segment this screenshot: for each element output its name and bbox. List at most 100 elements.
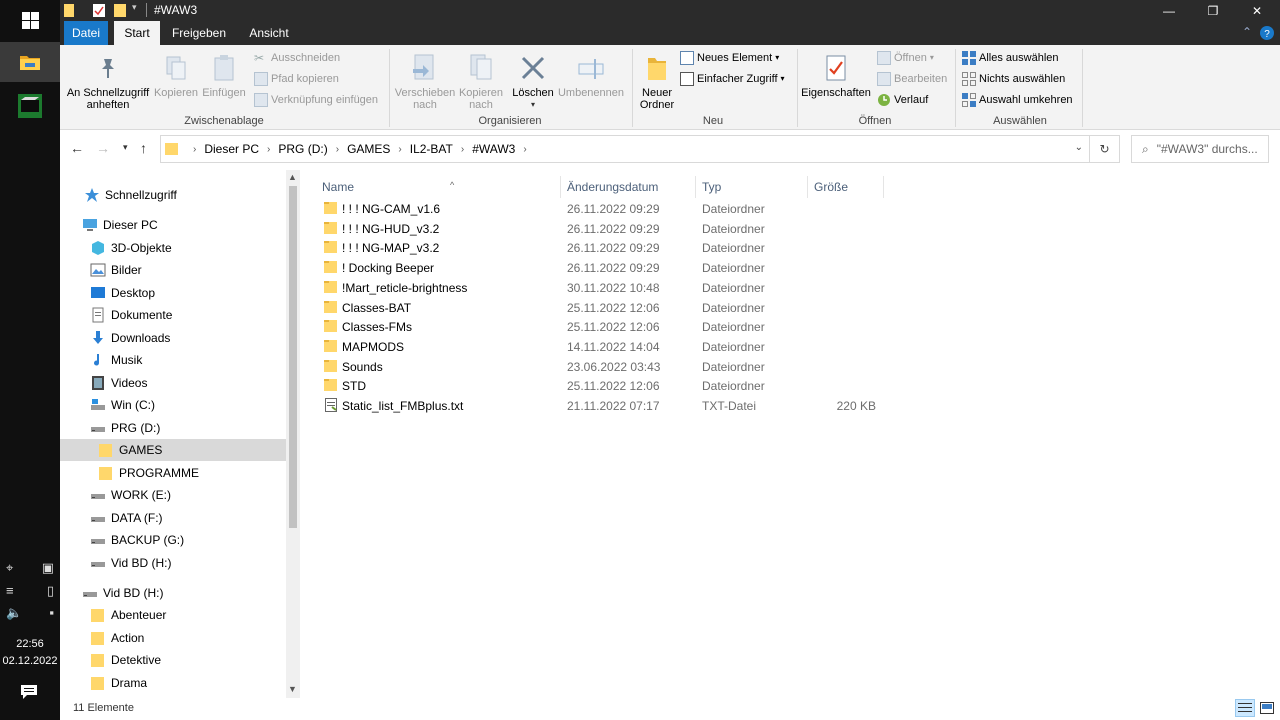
nav-item-detektive[interactable]: Detektive [60, 649, 286, 671]
tray-app-icon[interactable]: ▣ [42, 560, 54, 576]
paste-shortcut-button[interactable]: Verknüpfung einfügen [254, 91, 378, 109]
new-item-button[interactable]: Neues Element ▾ [680, 49, 779, 67]
nav-item-drama[interactable]: Drama [60, 672, 286, 694]
new-folder-icon[interactable] [114, 4, 126, 17]
file-row[interactable]: ! ! ! NG-CAM_v1.6 26.11.2022 09:29 Dateior… [320, 199, 890, 219]
back-arrow-icon[interactable]: ← [70, 140, 84, 156]
column-header-type[interactable]: Typ [696, 176, 808, 198]
breadcrumb-il2-bat[interactable]: IL2-BAT [410, 142, 453, 156]
recent-locations-icon[interactable]: ▾ [123, 142, 128, 153]
invert-selection-button[interactable]: Auswahl umkehren [962, 91, 1073, 109]
address-bar[interactable]: › Dieser PC › PRG (D:) › GAMES › IL2-BAT… [160, 135, 1090, 163]
nav-item-desktop[interactable]: Desktop [60, 282, 286, 304]
breadcrumb-chevron-icon[interactable]: › [336, 144, 339, 155]
nav-item-programme[interactable]: PROGRAMME [60, 462, 286, 484]
details-view-button[interactable] [1235, 699, 1255, 717]
up-arrow-icon[interactable]: ↑ [140, 140, 147, 156]
nav-item-prg-d[interactable]: PRG (D:) [60, 417, 286, 439]
breadcrumb-chevron-icon[interactable]: › [193, 144, 196, 155]
paste-button[interactable]: Einfügen [200, 49, 248, 99]
copy-to-button[interactable]: Kopieren nach [456, 49, 506, 111]
edit-button[interactable]: Bearbeiten [877, 70, 947, 88]
help-icon[interactable]: ? [1260, 26, 1274, 40]
address-dropdown-icon[interactable]: ⌄ [1075, 142, 1083, 153]
file-row[interactable]: Static_list_FMBplus.txt 21.11.2022 07:17 T… [320, 396, 890, 416]
usb-icon[interactable]: ▯ [47, 583, 54, 599]
breadcrumb-chevron-icon[interactable]: › [461, 144, 464, 155]
forward-arrow-icon[interactable]: → [96, 140, 110, 156]
copy-path-button[interactable]: Pfad kopieren [254, 70, 339, 88]
file-row[interactable]: Sounds 23.06.2022 03:43 Dateiordner [320, 357, 890, 377]
nav-item-bilder[interactable]: Bilder [60, 259, 286, 281]
large-icons-view-button[interactable] [1257, 699, 1277, 717]
scroll-thumb[interactable] [289, 186, 297, 528]
easy-access-button[interactable]: Einfacher Zugriff ▾ [680, 70, 785, 88]
nav-item-musik[interactable]: Musik [60, 349, 286, 371]
refresh-button[interactable]: ↻ [1090, 135, 1120, 163]
properties-button[interactable]: Eigenschaften [800, 49, 872, 99]
nav-item-backup-g[interactable]: BACKUP (G:) [60, 529, 286, 551]
file-row[interactable]: MAPMODS 14.11.2022 14:04 Dateiordner [320, 337, 890, 357]
file-row[interactable]: !Mart_reticle-brightness 30.11.2022 10:48… [320, 278, 890, 298]
nav-item-vid-bd-h[interactable]: Vid BD (H:) [60, 552, 286, 574]
breadcrumb-chevron-icon[interactable]: › [398, 144, 401, 155]
file-row[interactable]: Classes-FMs 25.11.2022 12:06 Dateiordner [320, 317, 890, 337]
breadcrumb-dieser-pc[interactable]: Dieser PC [204, 142, 259, 156]
select-none-button[interactable]: Nichts auswählen [962, 70, 1065, 88]
taskbar-app-button[interactable] [0, 86, 60, 126]
collapse-ribbon-icon[interactable]: ⌃ [1242, 25, 1252, 39]
nav-item-dieser-pc[interactable]: Dieser PC [60, 214, 286, 236]
tab-datei[interactable]: Datei [64, 21, 108, 45]
close-button[interactable]: ✕ [1234, 0, 1280, 21]
new-folder-button[interactable]: Neuer Ordner [636, 49, 678, 111]
maximize-button[interactable]: ❐ [1190, 0, 1236, 21]
breadcrumb-chevron-icon[interactable]: › [523, 144, 526, 155]
scroll-down-icon[interactable]: ▼ [288, 684, 297, 694]
file-row[interactable]: STD 25.11.2022 12:06 Dateiordner [320, 376, 890, 396]
tray-app2-icon[interactable]: ▪ [49, 605, 54, 621]
nav-item-vid-bd-h-root[interactable]: Vid BD (H:) [60, 582, 286, 604]
copy-button[interactable]: Kopieren [152, 49, 200, 99]
delete-button[interactable]: Löschen ▾ [510, 49, 556, 111]
action-center-button[interactable] [20, 684, 40, 702]
pin-quick-access-button[interactable]: An Schnellzugriff anheften [66, 49, 150, 111]
nav-item-3d-objekte[interactable]: 3D-Objekte [60, 237, 286, 259]
start-button[interactable] [0, 0, 60, 40]
breadcrumb-prg-d[interactable]: PRG (D:) [278, 142, 327, 156]
tab-freigeben[interactable]: Freigeben [166, 21, 232, 45]
open-button[interactable]: Öffnen ▾ [877, 49, 934, 67]
volume-icon[interactable]: 🔈 [6, 605, 22, 621]
breadcrumb-chevron-icon[interactable]: › [267, 144, 270, 155]
breadcrumb-games[interactable]: GAMES [347, 142, 390, 156]
file-row[interactable]: ! ! ! NG-HUD_v3.2 26.11.2022 09:29 Dateior… [320, 219, 890, 239]
nav-item-games[interactable]: GAMES [60, 439, 286, 461]
nav-item-dokumente[interactable]: Dokumente [60, 304, 286, 326]
properties-icon[interactable] [93, 4, 105, 17]
file-row[interactable]: ! ! ! NG-MAP_v3.2 26.11.2022 09:29 Dateior… [320, 238, 890, 258]
select-all-button[interactable]: Alles auswählen [962, 49, 1059, 67]
clock[interactable]: 22:56 02.12.2022 [0, 636, 60, 670]
nav-item-downloads[interactable]: Downloads [60, 327, 286, 349]
nav-item-win-c[interactable]: Win (C:) [60, 394, 286, 416]
delete-dropdown-icon[interactable]: ▾ [510, 99, 556, 111]
nav-item-abenteuer[interactable]: Abenteuer [60, 604, 286, 626]
taskbar-explorer-button[interactable] [0, 42, 60, 82]
notifications-list-icon[interactable]: ≡ [6, 583, 14, 599]
file-row[interactable]: Classes-BAT 25.11.2022 12:06 Dateiordner [320, 298, 890, 318]
column-header-date[interactable]: Änderungsdatum [561, 176, 696, 198]
history-button[interactable]: Verlauf [877, 91, 928, 109]
file-row[interactable]: ! Docking Beeper 26.11.2022 09:29 Dateiord… [320, 258, 890, 278]
breadcrumb-waw3[interactable]: #WAW3 [472, 142, 515, 156]
tab-start[interactable]: Start [114, 21, 160, 45]
column-header-size[interactable]: Größe [808, 176, 884, 198]
nav-scrollbar[interactable]: ▲ ▼ [286, 170, 300, 698]
minimize-button[interactable]: — [1146, 0, 1192, 21]
rename-button[interactable]: Umbenennen [556, 49, 626, 99]
network-icon[interactable]: ⌖ [6, 560, 13, 576]
move-to-button[interactable]: Verschieben nach [394, 49, 456, 111]
scroll-up-icon[interactable]: ▲ [288, 172, 297, 182]
column-header-name[interactable]: ^ Name [316, 176, 561, 198]
nav-item-schnellzugriff[interactable]: Schnellzugriff [60, 184, 286, 206]
nav-item-work-e[interactable]: WORK (E:) [60, 484, 286, 506]
nav-item-videos[interactable]: Videos [60, 372, 286, 394]
